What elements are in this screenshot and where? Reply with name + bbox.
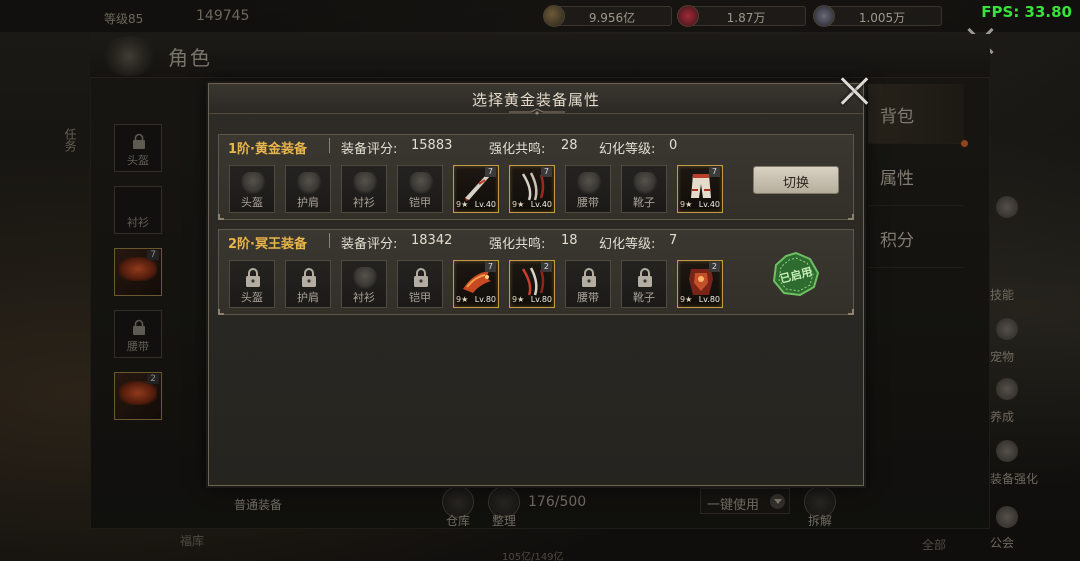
slot-weapon-gold[interactable]: 7 9★ Lv.80 xyxy=(453,260,499,308)
resonance-value: 28 xyxy=(561,138,578,153)
slot-offhand-gold[interactable]: 7 9★ Lv.40 xyxy=(509,165,555,213)
slot-legs-gold[interactable]: 7 9★ Lv.40 xyxy=(677,165,723,213)
shirt-icon xyxy=(353,267,377,289)
slot-belt[interactable]: 腰带 xyxy=(565,260,611,308)
faint-bottom-center: 105亿/149亿 xyxy=(502,552,564,561)
top-status-bar: 等级85 149745 9.956亿 1.87万 1.005万 FPS: 33.… xyxy=(0,0,1080,32)
slot-boots[interactable]: 靴子 xyxy=(621,260,667,308)
illusion-value: 0 xyxy=(669,138,678,153)
side-menu-enhance[interactable]: 装备强化 xyxy=(990,470,1038,487)
lock-icon xyxy=(302,268,316,287)
lock-icon xyxy=(246,268,260,287)
slot-weapon-gold[interactable]: 7 9★ Lv.40 xyxy=(453,165,499,213)
score-value: 15883 xyxy=(411,138,453,153)
tier-name: 1阶·黄金装备 xyxy=(228,142,307,157)
slot-helmet[interactable]: 头盔 xyxy=(229,165,275,213)
resonance-value: 18 xyxy=(561,233,578,248)
side-menu-pet-icon[interactable] xyxy=(990,318,1026,348)
armor-icon xyxy=(409,172,433,194)
side-menu-skills-icon[interactable] xyxy=(990,196,1026,226)
slot-shoulder[interactable]: 护肩 xyxy=(285,165,331,213)
currency-dark-gem[interactable]: 1.005万 xyxy=(813,5,942,27)
lock-icon xyxy=(638,268,652,287)
faint-bottom-left: 福库 xyxy=(180,534,205,548)
score-label: 装备评分: xyxy=(341,142,398,157)
slot-legs-gold[interactable]: 2 9★ Lv.80 xyxy=(677,260,723,308)
combat-power: 149745 xyxy=(196,8,250,24)
slot-belt[interactable]: 腰带 xyxy=(565,165,611,213)
side-menu-guild[interactable]: 公会 xyxy=(990,534,1014,551)
side-menu-growth-icon[interactable] xyxy=(990,378,1026,408)
side-menu-guild-icon[interactable] xyxy=(990,506,1026,536)
side-menu-enhance-icon[interactable] xyxy=(990,440,1026,470)
score-label: 装备评分: xyxy=(341,237,398,252)
player-level: 等级85 xyxy=(104,12,144,26)
side-menu-pet[interactable]: 宠物 xyxy=(990,348,1014,365)
lock-icon xyxy=(414,268,428,287)
side-menu-skills[interactable]: 技能 xyxy=(990,286,1014,303)
side-menu-growth[interactable]: 养成 xyxy=(990,408,1014,425)
dialog-header: 选择黄金装备属性 xyxy=(209,84,863,115)
slot-shoulder[interactable]: 护肩 xyxy=(285,260,331,308)
dialog-title: 选择黄金装备属性 xyxy=(471,91,600,109)
fps-counter: FPS: 33.80 xyxy=(981,3,1072,21)
illusion-label: 幻化等级: xyxy=(599,142,656,157)
slot-offhand-gold[interactable]: 2 9★ Lv.80 xyxy=(509,260,555,308)
currency-gold[interactable]: 9.956亿 xyxy=(543,5,672,27)
slot-helmet[interactable]: 头盔 xyxy=(229,260,275,308)
header-ornament-icon xyxy=(509,108,565,115)
close-dialog-icon[interactable] xyxy=(840,76,870,106)
slot-shirt[interactable]: 衬衫 xyxy=(341,165,387,213)
score-value: 18342 xyxy=(411,233,453,248)
faint-bottom-right: 全部 xyxy=(922,538,947,552)
illusion-label: 幻化等级: xyxy=(599,237,656,252)
slot-shirt[interactable]: 衬衫 xyxy=(341,260,387,308)
slot-armor[interactable]: 铠甲 xyxy=(397,165,443,213)
shirt-icon xyxy=(353,172,377,194)
quest-side-label[interactable]: 任务 xyxy=(62,128,79,152)
enabled-stamp-icon: 已启用 xyxy=(772,251,820,297)
slot-boots[interactable]: 靴子 xyxy=(621,165,667,213)
lock-icon xyxy=(582,268,596,287)
helmet-icon xyxy=(241,172,265,194)
resonance-label: 强化共鸣: xyxy=(489,142,546,157)
boots-icon xyxy=(633,172,657,194)
belt-icon xyxy=(577,172,601,194)
slot-armor[interactable]: 铠甲 xyxy=(397,260,443,308)
equipment-row-tier2[interactable]: 2阶·冥王装备 装备评分: 18342 强化共鸣: 18 幻化等级: 7 头盔 … xyxy=(218,229,854,315)
switch-button[interactable]: 切换 xyxy=(753,166,839,194)
tier-name: 2阶·冥王装备 xyxy=(228,237,307,252)
resonance-label: 强化共鸣: xyxy=(489,237,546,252)
currency-red-gem[interactable]: 1.87万 xyxy=(677,5,806,27)
shoulder-icon xyxy=(297,172,321,194)
illusion-value: 7 xyxy=(669,233,678,248)
